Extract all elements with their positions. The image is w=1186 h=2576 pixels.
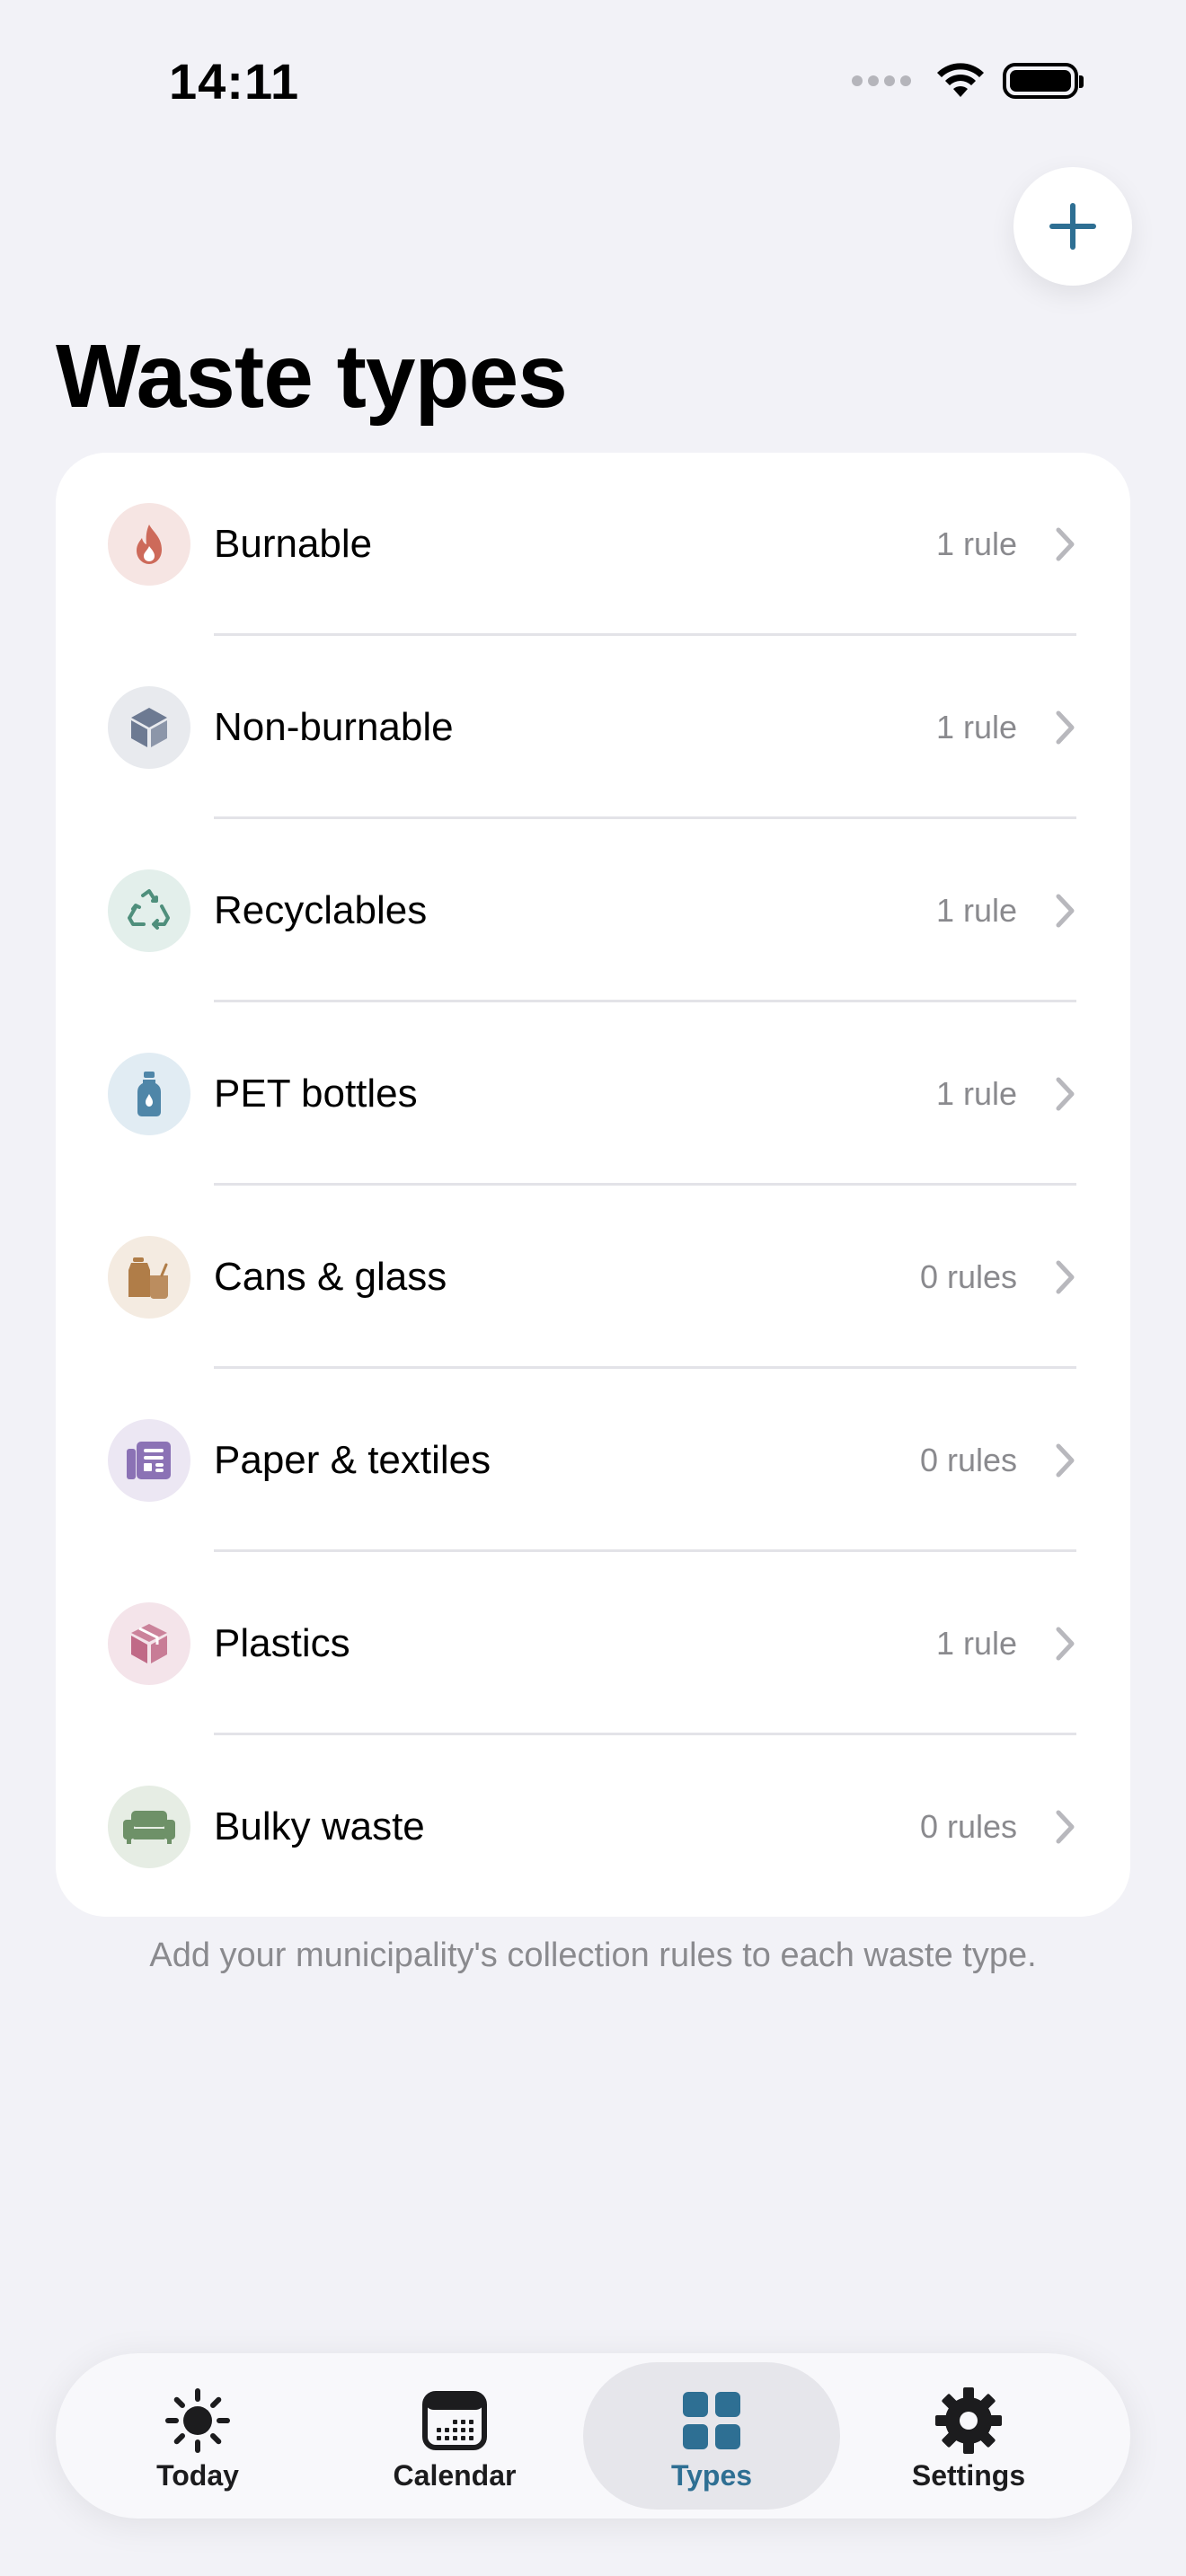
rule-count: 0 rules bbox=[919, 1258, 1017, 1295]
chevron-right-icon bbox=[1056, 1077, 1075, 1111]
waste-type-row-pet-bottles[interactable]: PET bottles 1 rule bbox=[56, 1002, 1130, 1186]
rule-count: 0 rules bbox=[919, 1808, 1017, 1845]
rule-count: 1 rule bbox=[935, 892, 1017, 929]
calendar-icon bbox=[422, 2387, 487, 2454]
tab-calendar[interactable]: Calendar bbox=[326, 2362, 583, 2510]
waste-type-row-paper-textiles[interactable]: Paper & textiles 0 rules bbox=[56, 1369, 1130, 1552]
waste-type-row-recyclables[interactable]: Recyclables 1 rule bbox=[56, 819, 1130, 1002]
waste-type-row-non-burnable[interactable]: Non-burnable 1 rule bbox=[56, 636, 1130, 819]
flame-icon bbox=[108, 503, 190, 586]
recycle-icon bbox=[108, 869, 190, 952]
chevron-right-icon bbox=[1056, 1810, 1075, 1844]
tab-label: Types bbox=[670, 2459, 753, 2492]
newspaper-icon bbox=[108, 1419, 190, 1502]
package-icon bbox=[108, 1602, 190, 1685]
tab-label: Settings bbox=[911, 2459, 1026, 2492]
chevron-right-icon bbox=[1056, 527, 1075, 561]
waste-type-label: Paper & textiles bbox=[214, 1438, 491, 1482]
waste-type-row-cans-glass[interactable]: Cans & glass 0 rules bbox=[56, 1186, 1130, 1369]
status-time: 14:11 bbox=[169, 53, 300, 110]
tab-label: Today bbox=[156, 2459, 239, 2492]
can-icon bbox=[108, 1236, 190, 1319]
cube-icon bbox=[108, 686, 190, 769]
wifi-icon bbox=[937, 63, 984, 97]
chevron-right-icon bbox=[1056, 710, 1075, 745]
waste-type-row-burnable[interactable]: Burnable 1 rule bbox=[56, 453, 1130, 636]
sun-icon bbox=[164, 2387, 232, 2454]
chevron-right-icon bbox=[1056, 894, 1075, 928]
waste-type-label: PET bottles bbox=[214, 1072, 418, 1116]
cellular-signal-icon bbox=[852, 75, 911, 86]
grid-icon bbox=[682, 2387, 741, 2454]
bottle-icon bbox=[108, 1053, 190, 1135]
waste-types-list: Burnable 1 rule Non-burnable 1 rule Recy… bbox=[56, 453, 1130, 1917]
page-title: Waste types bbox=[56, 326, 568, 427]
battery-icon bbox=[1003, 63, 1084, 99]
waste-type-label: Bulky waste bbox=[214, 1804, 425, 1848]
footer-note: Add your municipality's collection rules… bbox=[149, 1936, 1037, 1974]
chevron-right-icon bbox=[1056, 1260, 1075, 1294]
waste-type-label: Plastics bbox=[214, 1621, 350, 1665]
rule-count: 0 rules bbox=[919, 1442, 1017, 1478]
plus-icon bbox=[1049, 203, 1096, 250]
waste-type-label: Cans & glass bbox=[214, 1255, 447, 1299]
waste-type-label: Recyclables bbox=[214, 888, 428, 932]
tab-types[interactable]: Types bbox=[583, 2362, 840, 2510]
sofa-icon bbox=[108, 1786, 190, 1868]
tab-bar: Today Calendar Types Settings bbox=[56, 2353, 1130, 2519]
status-icons bbox=[852, 61, 1084, 101]
waste-type-row-plastics[interactable]: Plastics 1 rule bbox=[56, 1552, 1130, 1735]
gear-icon bbox=[934, 2387, 1004, 2454]
rule-count: 1 rule bbox=[935, 1075, 1017, 1112]
tab-label: Calendar bbox=[393, 2459, 517, 2492]
tab-today[interactable]: Today bbox=[69, 2362, 326, 2510]
waste-type-label: Non-burnable bbox=[214, 705, 454, 749]
waste-type-label: Burnable bbox=[214, 522, 373, 566]
waste-type-row-bulky-waste[interactable]: Bulky waste 0 rules bbox=[56, 1735, 1130, 1917]
rule-count: 1 rule bbox=[935, 709, 1017, 745]
chevron-right-icon bbox=[1056, 1443, 1075, 1478]
tab-settings[interactable]: Settings bbox=[840, 2362, 1097, 2510]
rule-count: 1 rule bbox=[935, 1625, 1017, 1662]
rule-count: 1 rule bbox=[935, 525, 1017, 562]
add-waste-type-button[interactable] bbox=[1013, 167, 1132, 286]
chevron-right-icon bbox=[1056, 1627, 1075, 1661]
